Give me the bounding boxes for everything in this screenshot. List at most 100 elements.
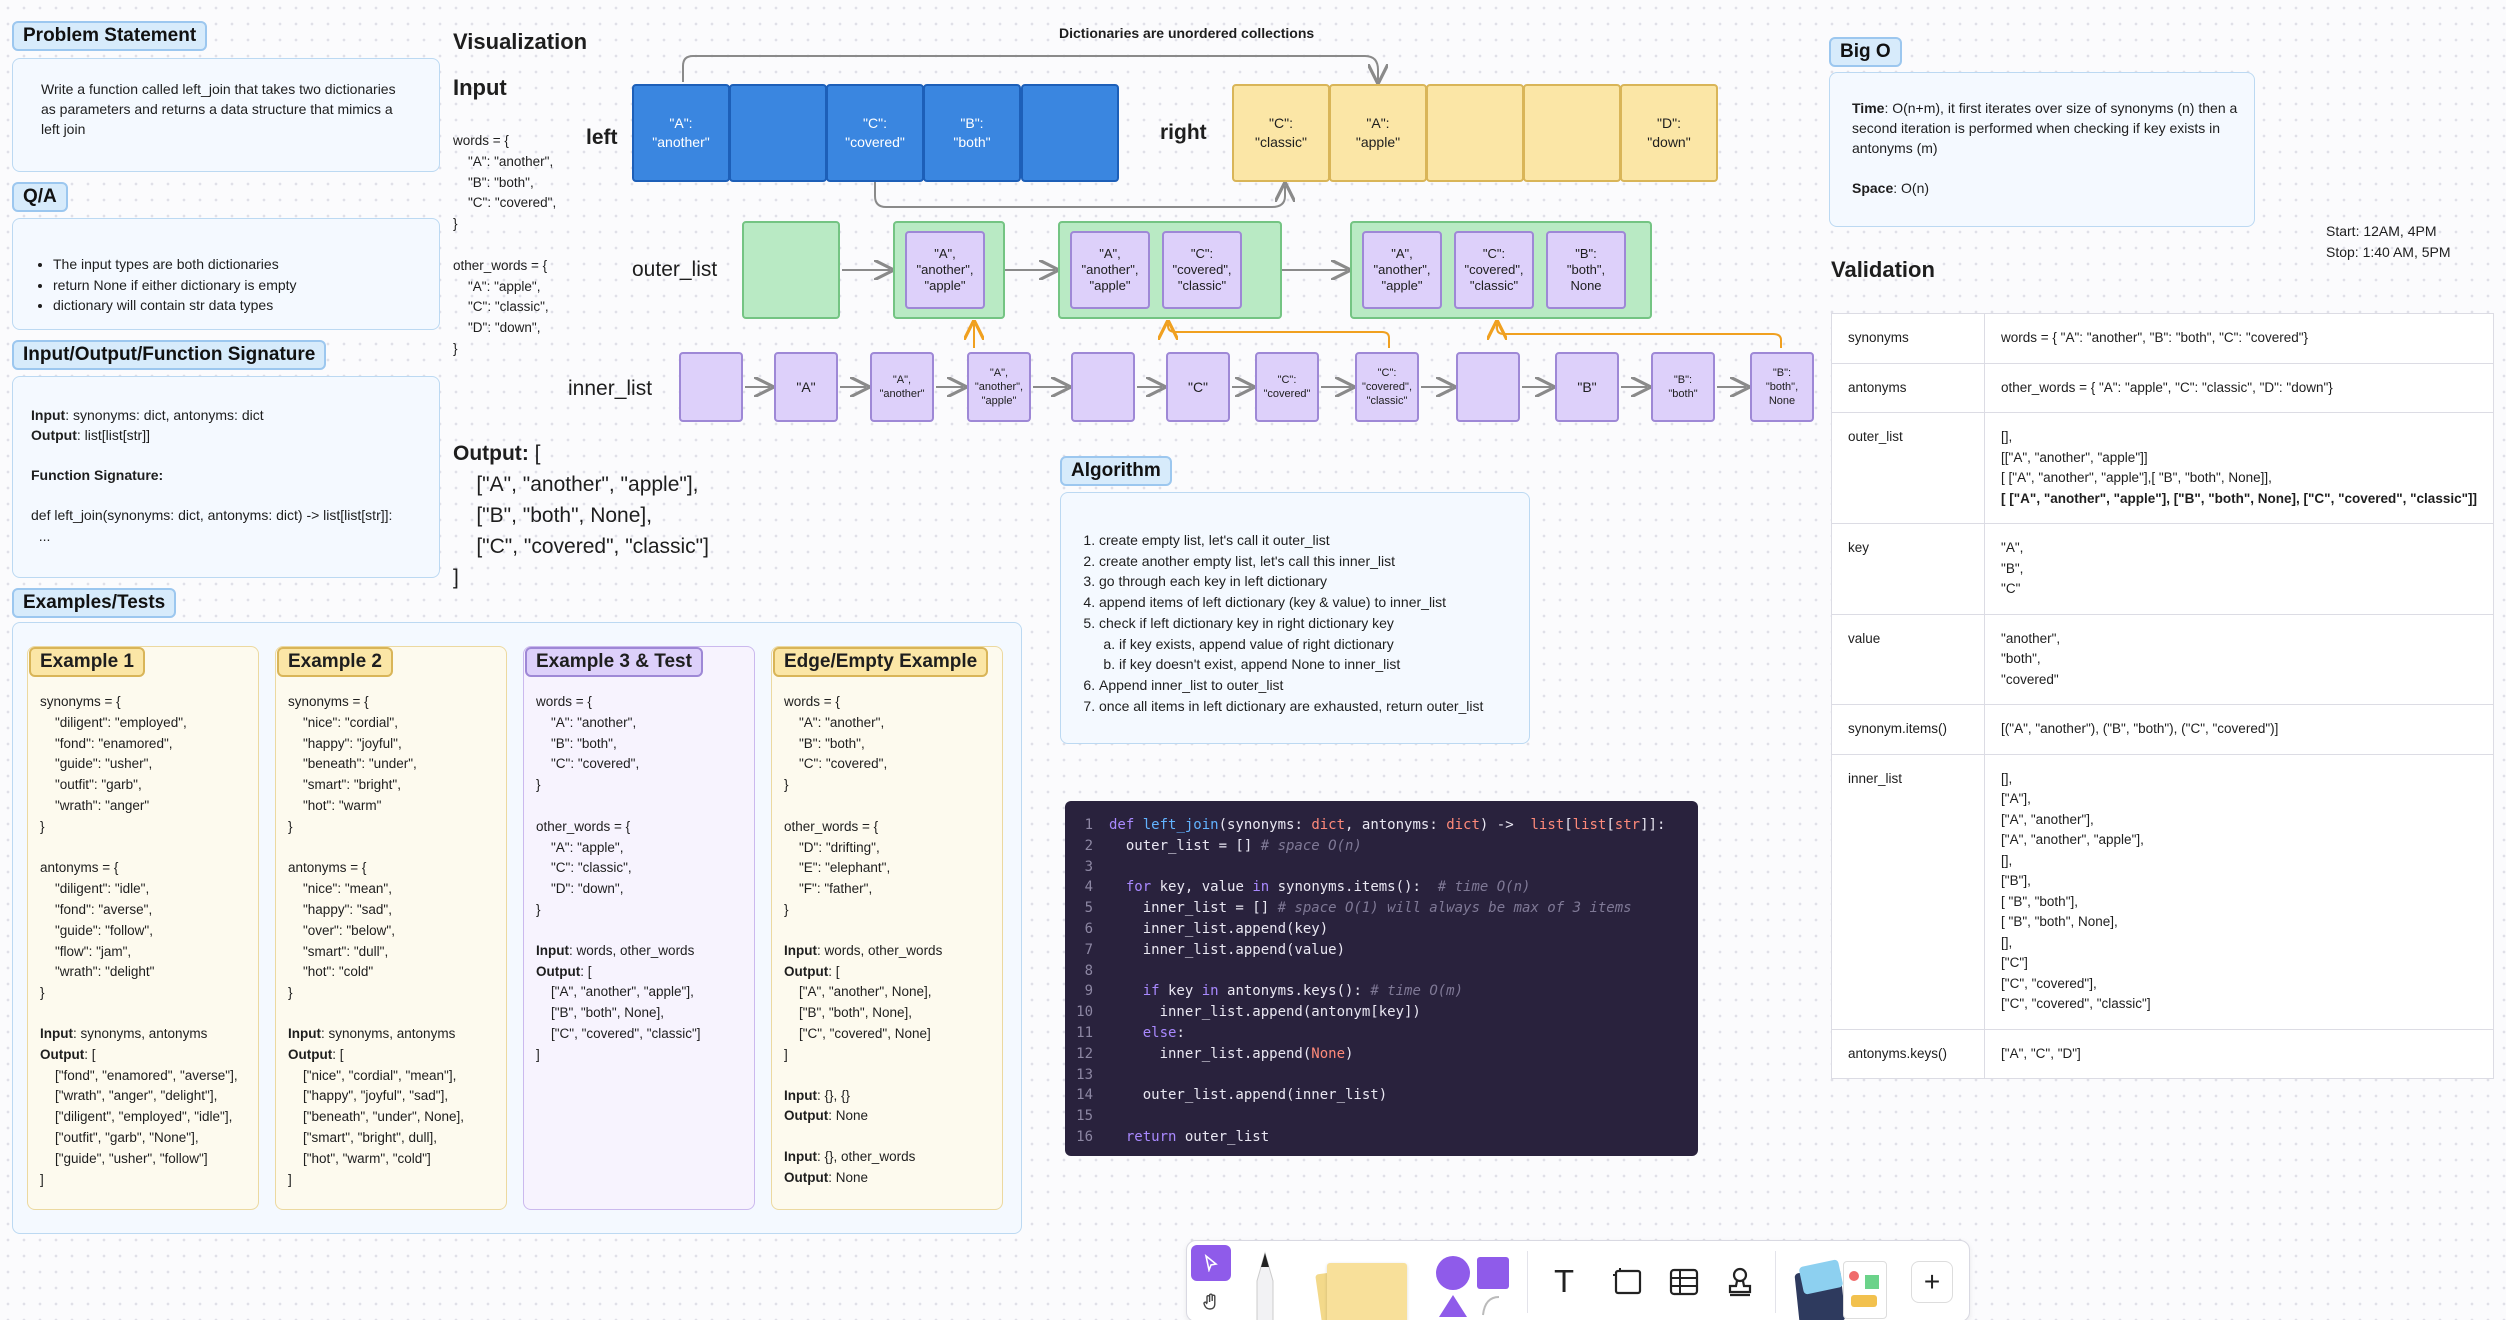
left-dict-box	[1021, 84, 1119, 182]
frame-tool[interactable]	[1607, 1261, 1649, 1303]
validation-value: "another", "both", "covered"	[1984, 613, 2494, 705]
space-text: : O(n)	[1893, 180, 1930, 196]
widgets-tool[interactable]	[1793, 1255, 1893, 1320]
algorithm-step: once all items in left dictionary are ex…	[1099, 696, 1519, 717]
stamp-tool[interactable]	[1719, 1261, 1761, 1303]
validation-key: value	[1830, 613, 1986, 705]
right-dict-box	[1523, 84, 1621, 182]
validation-key: key	[1830, 523, 1986, 615]
code-line: 6 inner_list.append(key)	[1084, 920, 1329, 937]
validation-row: antonyms other_words = { "A": "apple", "C…	[1830, 362, 2494, 413]
text-icon: T	[1554, 1264, 1574, 1300]
arrow-left-to-right-top	[682, 55, 1378, 82]
validation-key: synonyms	[1830, 313, 1986, 364]
algorithm-step: append items of left dictionary (key & v…	[1099, 592, 1519, 613]
table-tool[interactable]	[1663, 1261, 1705, 1303]
big-o-tag: Big O	[1829, 37, 1902, 67]
code-editor[interactable]: 1 def left_join(synonyms: dict, antonyms:…	[1065, 801, 1698, 1156]
right-dict-box: "D": "down"	[1620, 84, 1718, 182]
algorithm-step: go through each key in left dictionary	[1099, 571, 1519, 592]
validation-key: inner_list	[1830, 753, 1986, 1030]
bottom-toolbar: T +	[1186, 1240, 1970, 1320]
outer-list-label: outer_list	[632, 258, 718, 281]
shapes-icon	[1436, 1256, 1509, 1317]
outer-list-inner-box: "C": "covered", "classic"	[1162, 231, 1242, 309]
code-line: 1 def left_join(synonyms: dict, antonyms:…	[1084, 817, 1666, 833]
big-o-text: Time: O(n+m), it first iterates over siz…	[1852, 98, 2242, 198]
validation-value: words = { "A": "another", "B": "both", "…	[1984, 313, 2494, 364]
time-label: Time	[1852, 100, 1885, 116]
add-tool[interactable]: +	[1911, 1261, 1953, 1303]
code-line: 4 for key, value in synonyms.items(): # …	[1084, 879, 1531, 896]
right-label: right	[1160, 121, 1207, 144]
inner-list-box: "A"	[774, 352, 838, 422]
orange-arrow-2	[1168, 324, 1390, 348]
code-line: 2 outer_list = [] # space O(n)	[1084, 837, 1362, 854]
outer-list-inner-box: "A", "another", "apple"	[905, 231, 985, 309]
text-tool[interactable]: T	[1543, 1261, 1585, 1303]
pen-icon	[1256, 1251, 1274, 1320]
code-line: 13	[1076, 1066, 1093, 1083]
left-dict-box: "A": "another"	[632, 84, 730, 182]
inner-list-box: "B": "both"	[1651, 352, 1715, 422]
outer-list-inner-box: "C": "covered", "classic"	[1454, 231, 1534, 309]
cursor-icon	[1204, 1254, 1218, 1272]
start-time: Start: 12AM, 4PM	[2326, 223, 2437, 239]
algorithm-step: Append inner_list to outer_list	[1099, 675, 1519, 696]
code-line: 5 inner_list = [] # space O(1) will alwa…	[1084, 900, 1632, 917]
validation-value: other_words = { "A": "apple", "C": "clas…	[1984, 362, 2494, 413]
plus-icon: +	[1923, 1266, 1941, 1297]
inner-list-box: "A", "another", "apple"	[967, 352, 1031, 422]
inner-list-box: "C": "covered"	[1255, 352, 1319, 422]
validation-row: synonyms words = { "A": "another", "B": "…	[1830, 313, 2494, 364]
inner-list-box: "C": "covered", "classic"	[1355, 352, 1419, 422]
algorithm-panel: create empty list, let's call it outer_l…	[1060, 492, 1530, 744]
code-line: 10 inner_list.append(antonym[key])	[1076, 1004, 1421, 1021]
code-line: 7 inner_list.append(value)	[1084, 941, 1346, 958]
hand-icon	[1203, 1293, 1216, 1310]
validation-value: "A", "B", "C"	[1984, 523, 2494, 615]
inner-list-box: "B": "both", None	[1750, 352, 1814, 422]
inner-list-box: "A", "another"	[870, 352, 934, 422]
outer-list-group	[742, 221, 840, 319]
pen-tool[interactable]	[1247, 1251, 1283, 1320]
code-line: 9 if key in antonyms.keys(): # time O(m)	[1084, 983, 1464, 1000]
validation-row: outer_list [], [["A", "another", "apple"]…	[1830, 412, 2494, 524]
validation-key: antonyms.keys()	[1830, 1028, 1986, 1079]
validation-value: [], ["A"], ["A", "another"], ["A", "anot…	[1984, 753, 2494, 1030]
hand-tool[interactable]	[1191, 1285, 1231, 1319]
left-label: left	[586, 126, 618, 149]
validation-value: ["A", "C", "D"]	[1984, 1028, 2494, 1079]
right-dict-box: "A": "apple"	[1329, 84, 1427, 182]
algorithm-tag: Algorithm	[1060, 456, 1172, 486]
algorithm-step: check if left dictionary key in right di…	[1099, 613, 1519, 675]
sticky-note-tool[interactable]	[1309, 1255, 1409, 1320]
code-line: 14 outer_list.append(inner_list)	[1076, 1087, 1388, 1104]
left-dict-box: "B": "both"	[923, 84, 1021, 182]
code-line: 11 else:	[1076, 1024, 1185, 1041]
big-o-panel: Time: O(n+m), it first iterates over siz…	[1829, 72, 2255, 227]
right-dict-box	[1426, 84, 1524, 182]
space-label: Space	[1852, 180, 1894, 196]
left-dict-box: "C": "covered"	[826, 84, 924, 182]
validation-key: outer_list	[1830, 412, 1986, 524]
frame-icon	[1613, 1268, 1642, 1295]
right-dict-box: "C": "classic"	[1232, 84, 1330, 182]
algorithm-substep: if key exists, append value of right dic…	[1119, 634, 1519, 655]
inner-list-label: inner_list	[568, 377, 653, 400]
code-line: 12 inner_list.append(None)	[1076, 1045, 1354, 1062]
time-text: : O(n+m), it first iterates over size of…	[1852, 100, 2238, 156]
unordered-note: Dictionaries are unordered collections	[1059, 25, 1315, 41]
select-tool[interactable]	[1191, 1245, 1231, 1281]
validation-value: [("A", "another"), ("B", "both"), ("C", …	[1984, 704, 2494, 755]
validation-row: value "another", "both", "covered"	[1830, 613, 2494, 705]
validation-row: key "A", "B", "C"	[1830, 523, 2494, 615]
inner-list-box	[1071, 352, 1135, 422]
validation-table: synonyms words = { "A": "another", "B": "…	[1830, 313, 2494, 1079]
stop-time: Stop: 1:40 AM, 5PM	[2326, 244, 2451, 260]
orange-arrow-3	[1497, 324, 1782, 348]
algorithm-substep: if key doesn't exist, append None to inn…	[1119, 654, 1519, 675]
inner-list-box	[1456, 352, 1520, 422]
shapes-tool[interactable]	[1433, 1253, 1515, 1320]
left-dict-box	[729, 84, 827, 182]
